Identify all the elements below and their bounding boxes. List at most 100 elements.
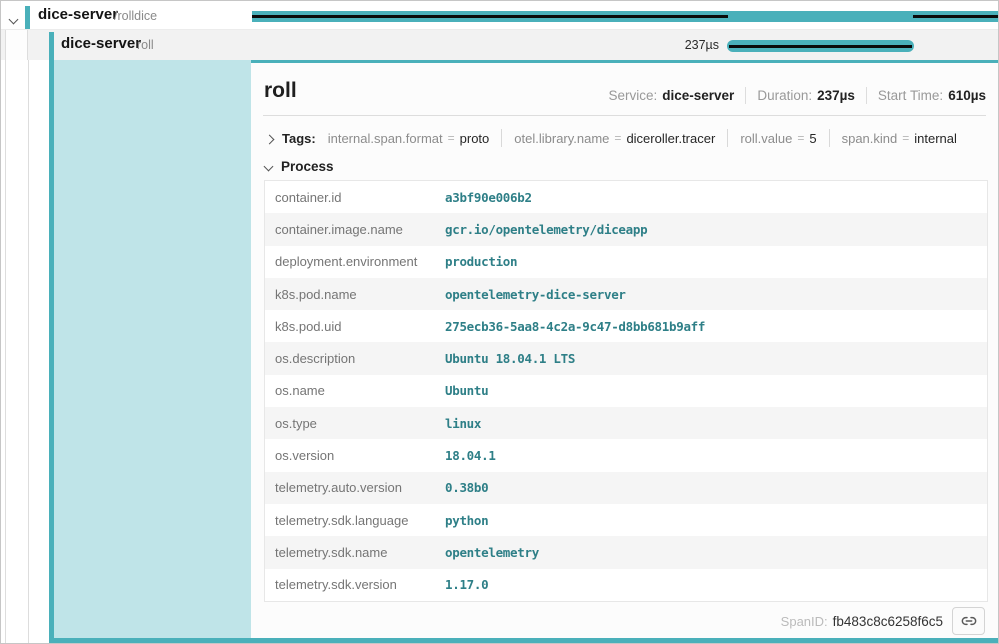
process-value: a3bf90e006b2: [445, 190, 532, 205]
meta-item: Duration: 237µs: [745, 87, 855, 104]
span-detail-footer: SpanID: fb483c8c6258f6c5: [781, 606, 985, 636]
tag-item: internal.span.format = proto: [328, 129, 490, 147]
process-value: linux: [445, 416, 481, 431]
meta-item: Service: dice-server: [608, 87, 734, 104]
meta-label: Duration:: [757, 88, 812, 103]
span-title: roll: [264, 79, 297, 103]
chevron-right-icon[interactable]: [266, 131, 273, 146]
meta-label: Service:: [608, 88, 657, 103]
service-name[interactable]: dice-server: [38, 6, 118, 23]
table-row: container.image.name gcr.io/opentelemetr…: [265, 213, 987, 245]
span-duration-label: 237µs: [611, 38, 719, 52]
process-value: opentelemetry-dice-server: [445, 287, 626, 302]
process-value: Ubuntu 18.04.1 LTS: [445, 351, 575, 366]
span-bar-overlay: [252, 15, 728, 18]
tag-value: diceroller.tracer: [626, 131, 715, 146]
table-row: k8s.pod.name opentelemetry-dice-server: [265, 278, 987, 310]
table-row: k8s.pod.uid 275ecb36-5aa8-4c2a-9c47-d8bb…: [265, 310, 987, 342]
meta-label: Start Time:: [878, 88, 943, 103]
process-key: os.type: [265, 416, 445, 431]
span-meta: Service: dice-server Duration: 237µs Sta…: [608, 87, 986, 104]
tags-list: internal.span.format = proto otel.librar…: [328, 129, 957, 147]
process-value: opentelemetry: [445, 545, 539, 560]
meta-value: 610µs: [948, 88, 986, 103]
table-row: os.version 18.04.1: [265, 439, 987, 471]
process-key: k8s.pod.uid: [265, 319, 445, 334]
process-value: python: [445, 513, 488, 528]
table-row: container.id a3bf90e006b2: [265, 181, 987, 213]
header-divider: [263, 115, 986, 116]
tag-equals: =: [797, 131, 804, 145]
tag-item: otel.library.name = diceroller.tracer: [501, 129, 715, 147]
collapse-chevron-icon[interactable]: [10, 10, 17, 28]
process-key: k8s.pod.name: [265, 287, 445, 302]
process-key: os.version: [265, 448, 445, 463]
operation-name: roll: [137, 38, 154, 52]
table-row: os.type linux: [265, 407, 987, 439]
span-duration-bar[interactable]: [727, 40, 914, 52]
process-section-header[interactable]: Process: [264, 158, 334, 175]
tags-section[interactable]: Tags: internal.span.format = proto otel.…: [264, 124, 986, 152]
copy-link-button[interactable]: [952, 607, 985, 635]
span-bar-overlay: [913, 15, 999, 18]
table-row: telemetry.sdk.version 1.17.0: [265, 569, 987, 601]
process-value: gcr.io/opentelemetry/diceapp: [445, 222, 647, 237]
process-value: 0.38b0: [445, 480, 488, 495]
process-key: container.id: [265, 190, 445, 205]
process-value: 275ecb36-5aa8-4c2a-9c47-d8bb681b9aff: [445, 319, 705, 334]
table-row: os.name Ubuntu: [265, 375, 987, 407]
tag-value: proto: [460, 131, 490, 146]
meta-value: dice-server: [662, 88, 734, 103]
operation-name: /rolldice: [114, 9, 157, 23]
process-table: container.id a3bf90e006b2 container.imag…: [264, 180, 988, 602]
process-value: 1.17.0: [445, 577, 488, 592]
selected-span-bottom-accent: [49, 638, 998, 643]
selected-span-highlight: [54, 60, 251, 638]
indent-guide-line: [28, 60, 29, 644]
process-value: production: [445, 254, 517, 269]
process-key: telemetry.auto.version: [265, 480, 445, 495]
spanid-value: fb483c8c6258f6c5: [833, 614, 943, 629]
meta-value: 237µs: [817, 88, 855, 103]
tag-key: otel.library.name: [514, 131, 609, 146]
indent-guide-column: [5, 30, 28, 60]
process-header-label: Process: [281, 159, 334, 174]
table-row: os.description Ubuntu 18.04.1 LTS: [265, 342, 987, 374]
tag-item: roll.value = 5: [727, 129, 816, 147]
meta-item: Start Time: 610µs: [866, 87, 986, 104]
span-row-roll-selected[interactable]: dice-server roll 237µs: [1, 30, 999, 60]
span-bar-overlay: [729, 45, 912, 48]
tag-value: 5: [809, 131, 816, 146]
process-value: 18.04.1: [445, 448, 496, 463]
service-color-bar: [25, 6, 30, 29]
process-key: deployment.environment: [265, 254, 445, 269]
link-icon: [961, 613, 977, 629]
tag-key: roll.value: [740, 131, 792, 146]
process-value: Ubuntu: [445, 383, 488, 398]
span-row-rolldice[interactable]: dice-server /rolldice: [1, 1, 999, 30]
table-row: telemetry.auto.version 0.38b0: [265, 472, 987, 504]
tags-header[interactable]: Tags:: [282, 131, 316, 146]
tag-equals: =: [902, 131, 909, 145]
process-key: container.image.name: [265, 222, 445, 237]
chevron-down-icon[interactable]: [265, 158, 272, 173]
process-key: telemetry.sdk.language: [265, 513, 445, 528]
trace-timeline-view: dice-server /rolldice dice-server roll 2…: [0, 0, 999, 644]
span-duration-bar[interactable]: [252, 11, 999, 22]
tag-equals: =: [614, 131, 621, 145]
tag-item: span.kind = internal: [829, 129, 957, 147]
tag-equals: =: [448, 131, 455, 145]
tag-key: span.kind: [842, 131, 898, 146]
indent-guide-line: [5, 60, 6, 644]
tag-key: internal.span.format: [328, 131, 443, 146]
table-row: deployment.environment production: [265, 246, 987, 278]
service-name[interactable]: dice-server: [61, 35, 141, 52]
process-key: telemetry.sdk.name: [265, 545, 445, 560]
process-key: os.name: [265, 383, 445, 398]
span-detail-panel: roll Service: dice-server Duration: 237µ…: [251, 60, 998, 638]
table-row: telemetry.sdk.name opentelemetry: [265, 536, 987, 568]
tag-value: internal: [914, 131, 957, 146]
service-color-bar: [49, 32, 54, 60]
process-key: os.description: [265, 351, 445, 366]
process-key: telemetry.sdk.version: [265, 577, 445, 592]
